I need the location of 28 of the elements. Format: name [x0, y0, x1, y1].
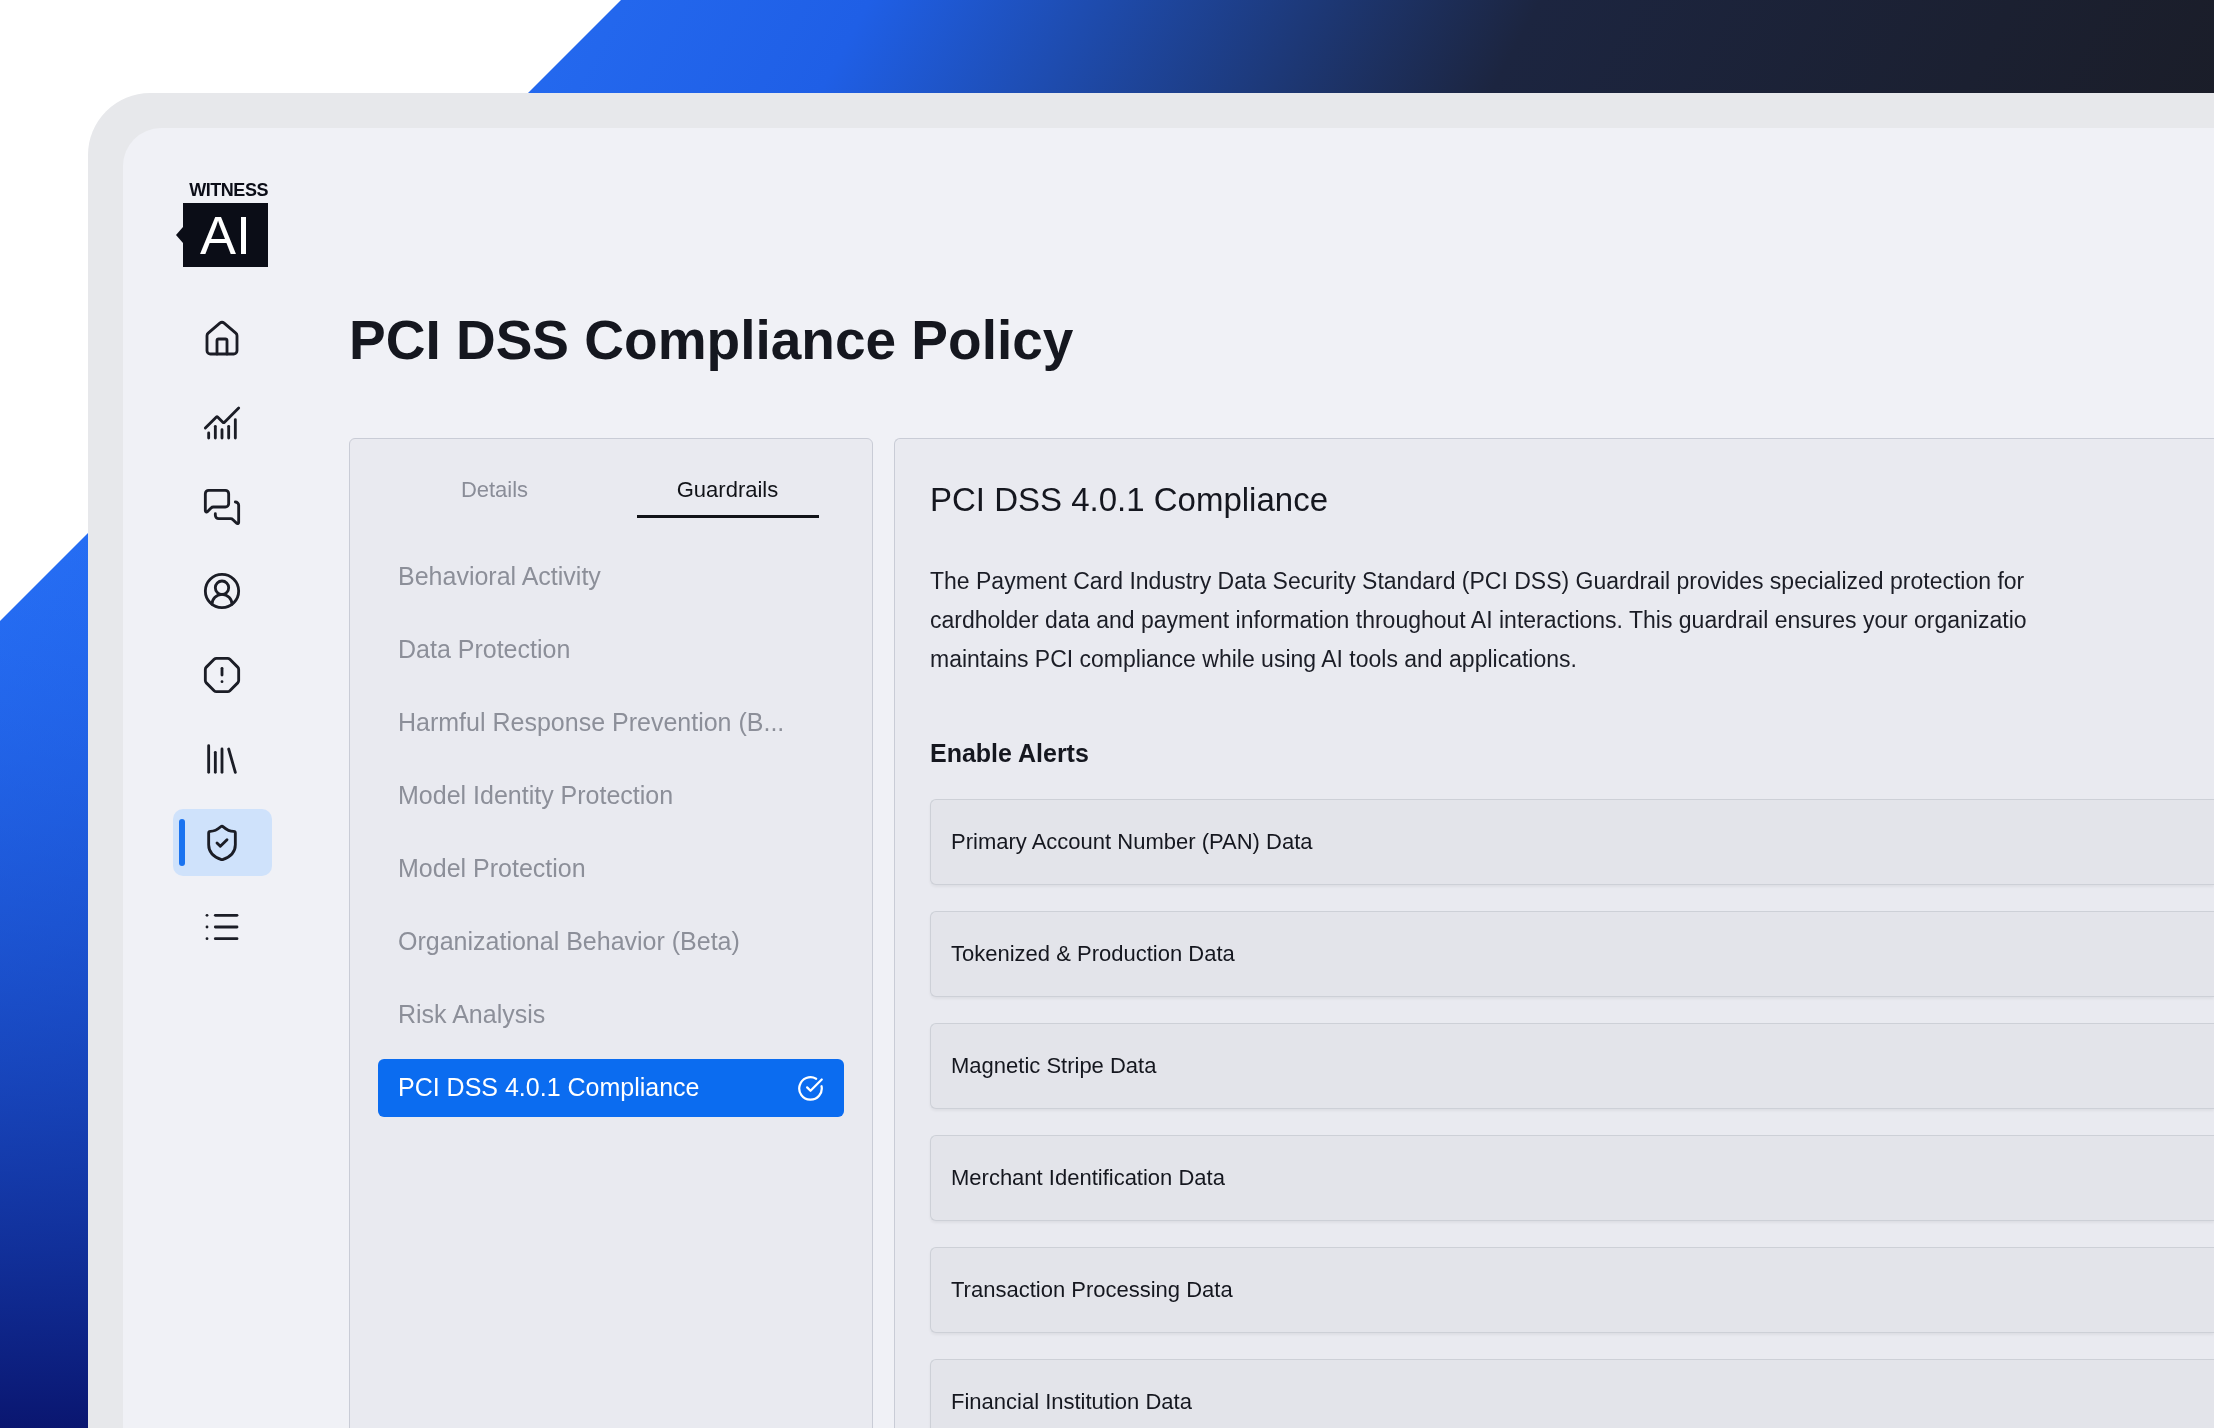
page-title: PCI DSS Compliance Policy [349, 308, 1074, 373]
guardrail-item[interactable]: Organizational Behavior (Beta) [378, 913, 844, 971]
alert-row[interactable]: Primary Account Number (PAN) Data [930, 798, 2214, 885]
guardrail-item[interactable]: Behavioral Activity [378, 548, 844, 606]
guardrail-item[interactable]: Data Protection [378, 621, 844, 679]
chat-bubbles-icon [202, 486, 242, 527]
nav-item[interactable] [172, 809, 272, 876]
guardrail-item[interactable]: Risk Analysis [378, 986, 844, 1044]
alert-octagon-icon [202, 654, 242, 695]
tab[interactable]: Details [403, 473, 586, 518]
detail-title: PCI DSS 4.0.1 Compliance [930, 480, 1328, 520]
logo-wordmark: WITNESS [189, 181, 268, 199]
alert-row[interactable]: Merchant Identification Data [930, 1134, 2214, 1221]
active-indicator [178, 819, 185, 866]
guardrail-item[interactable]: Model Identity Protection [378, 767, 844, 825]
guardrail-item[interactable]: Harmful Response Prevention (B... [378, 694, 844, 752]
description-text: The Payment Card Industry Data Security Standard (PCI DSS) Guardrail provides specialized protection for cardholder data and payment information throughout AI interactions. This guardrail ensures your organizatio maintains PCI compliance while using AI tools and applications. [930, 567, 2028, 674]
alert-row[interactable]: Financial Institution Data [930, 1358, 2214, 1428]
logo-badge: AI [183, 203, 268, 267]
guardrail-item[interactable]: Model Protection [378, 840, 844, 898]
section-heading: Enable Alerts [930, 738, 1089, 769]
user-circle-icon [202, 570, 242, 611]
alert-row[interactable]: Magnetic Stripe Data [930, 1022, 2214, 1109]
alert-row[interactable]: Transaction Processing Data [930, 1246, 2214, 1333]
tab[interactable]: Guardrails [636, 473, 819, 518]
check-circle-icon [797, 1074, 824, 1102]
alert-row[interactable]: Tokenized & Production Data [930, 910, 2214, 997]
guardrail-item[interactable]: PCI DSS 4.0.1 Compliance [378, 1059, 844, 1117]
